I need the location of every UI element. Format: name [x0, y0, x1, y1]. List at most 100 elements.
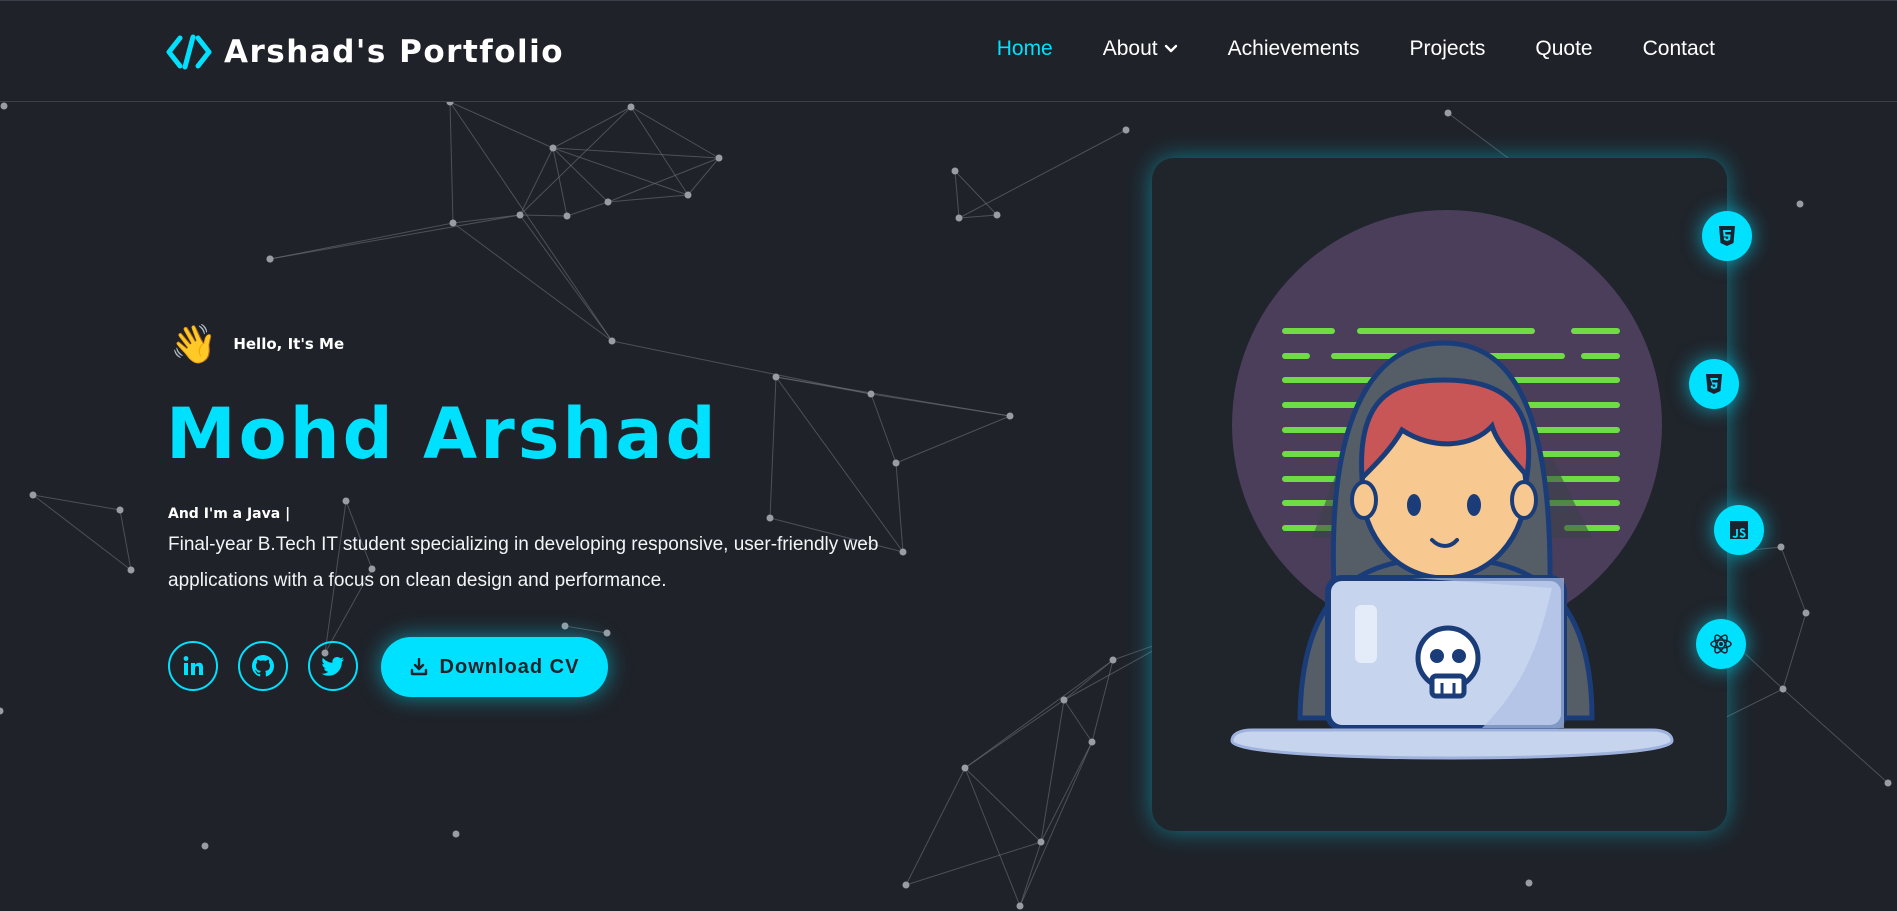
nav-quote-label: Quote — [1535, 37, 1593, 60]
react-badge — [1696, 619, 1746, 669]
network-node — [127, 566, 135, 574]
network-link — [964, 767, 1021, 907]
waving-hand-icon: 👋 — [170, 322, 218, 366]
greeting: 👋 Hello, It's Me — [170, 322, 344, 366]
network-link — [895, 462, 904, 553]
network-node — [961, 764, 969, 772]
network-node — [1037, 838, 1045, 846]
twitter-link[interactable] — [308, 641, 358, 691]
download-cv-label: Download CV — [439, 655, 580, 678]
nav-home[interactable]: Home — [997, 37, 1053, 61]
network-node — [561, 622, 569, 630]
html5-badge — [1702, 211, 1752, 261]
network-node — [627, 103, 635, 111]
network-link — [1091, 659, 1114, 743]
network-node — [1777, 543, 1785, 551]
network-node — [867, 390, 875, 398]
nav-home-label: Home — [996, 37, 1053, 60]
network-link — [769, 376, 777, 519]
hooded-coder-illustration — [1230, 210, 1674, 760]
network-link — [32, 494, 132, 571]
network-node — [1525, 879, 1533, 887]
network-node — [1802, 609, 1810, 617]
network-link — [564, 625, 608, 634]
nav-achievements[interactable]: Achievements — [1228, 37, 1360, 61]
network-link — [870, 393, 1011, 417]
network-node — [516, 211, 524, 219]
network-node — [892, 459, 900, 467]
twitter-icon — [321, 657, 344, 676]
linkedin-icon — [183, 656, 203, 675]
network-link — [452, 214, 521, 224]
hero-description: Final-year B.Tech IT student specializin… — [168, 534, 879, 591]
network-link — [607, 157, 720, 203]
github-icon — [252, 655, 274, 677]
download-icon — [410, 658, 427, 676]
network-node — [201, 842, 209, 850]
network-link — [519, 147, 554, 216]
network-link — [964, 699, 1065, 769]
navbar: Arshad's Portfolio Home About Achievemen… — [0, 0, 1897, 102]
network-node — [766, 514, 774, 522]
network-node — [902, 881, 910, 889]
network-node — [266, 255, 274, 263]
code-brackets-icon — [166, 34, 212, 70]
network-link — [954, 170, 998, 216]
network-link — [1063, 699, 1093, 743]
network-node — [604, 198, 612, 206]
hero-name: Mohd Arshad — [166, 393, 719, 475]
react-icon — [1710, 634, 1732, 654]
network-node — [772, 373, 780, 381]
site-logo[interactable]: Arshad's Portfolio — [166, 31, 564, 73]
network-node — [549, 144, 557, 152]
social-links — [168, 641, 358, 691]
nav-about[interactable]: About — [1103, 37, 1178, 61]
network-link — [519, 214, 613, 342]
main-nav: Home About Achievements Projects Quote C… — [997, 37, 1715, 61]
network-link — [870, 393, 897, 464]
css3-badge — [1689, 359, 1739, 409]
nav-contact-label: Contact — [1642, 37, 1715, 60]
network-node — [1796, 200, 1804, 208]
network-node — [449, 219, 457, 227]
network-link — [1063, 659, 1114, 701]
network-link — [449, 101, 454, 224]
network-link — [1780, 546, 1807, 614]
network-node — [0, 707, 4, 715]
nav-achievements-label: Achievements — [1227, 37, 1360, 60]
network-node — [1779, 685, 1787, 693]
network-node — [1060, 696, 1068, 704]
network-node — [342, 497, 350, 505]
nav-contact[interactable]: Contact — [1643, 37, 1715, 61]
nav-about-label: About — [1102, 37, 1158, 60]
network-link — [32, 494, 121, 511]
site-title: Arshad's Portfolio — [224, 34, 565, 70]
network-node — [951, 167, 959, 175]
network-node — [684, 191, 692, 199]
network-link — [954, 170, 960, 219]
network-link — [1040, 699, 1065, 843]
network-link — [452, 222, 613, 342]
typed-role: And I'm a Java | — [168, 506, 291, 522]
github-link[interactable] — [238, 641, 288, 691]
network-node — [29, 491, 37, 499]
network-link — [630, 106, 720, 159]
nav-quote[interactable]: Quote — [1535, 37, 1592, 61]
network-link — [552, 147, 568, 217]
linkedin-link[interactable] — [168, 641, 218, 691]
network-link — [1019, 841, 1042, 907]
hero-illustration-card — [1152, 158, 1727, 831]
download-cv-button[interactable]: Download CV — [381, 637, 608, 697]
network-link — [269, 214, 521, 260]
network-node — [899, 548, 907, 556]
nav-projects[interactable]: Projects — [1410, 37, 1486, 61]
network-node — [1109, 656, 1117, 664]
network-link — [552, 106, 632, 149]
html5-icon — [1719, 226, 1735, 246]
network-link — [958, 129, 1127, 219]
network-link — [269, 222, 454, 260]
network-link — [964, 767, 1042, 843]
network-node — [1006, 412, 1014, 420]
network-link — [119, 509, 132, 571]
js-badge — [1714, 505, 1764, 555]
